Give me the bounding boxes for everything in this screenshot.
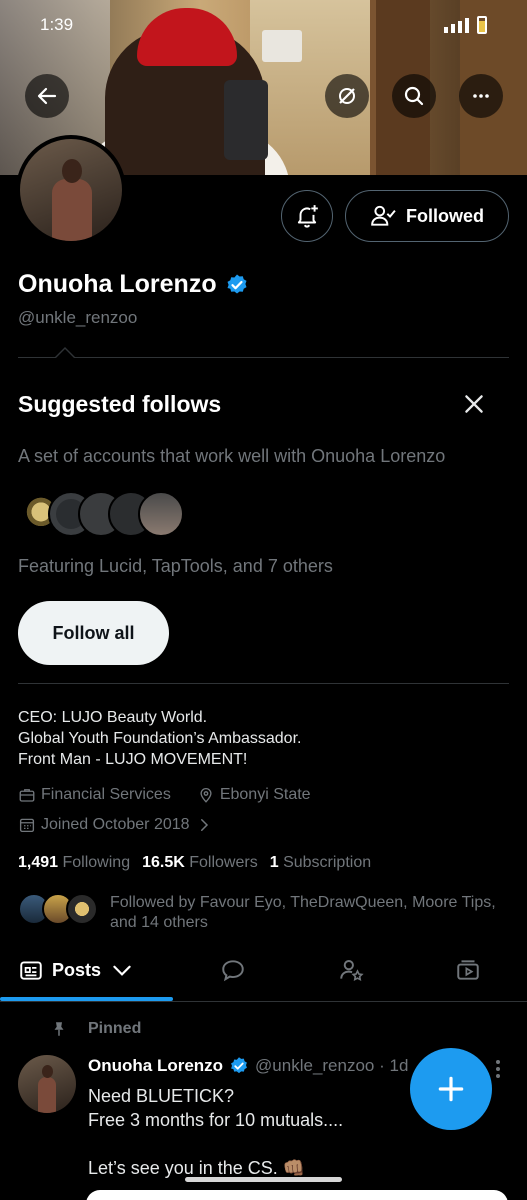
tab-posts[interactable]: Posts	[18, 940, 135, 1000]
follow-all-button[interactable]: Follow all	[18, 601, 169, 665]
close-suggestions-button[interactable]	[460, 390, 488, 418]
status-time: 1:39	[40, 15, 74, 34]
profile-category: Financial Services	[18, 786, 171, 804]
posts-icon	[20, 961, 42, 980]
tab-affiliates[interactable]	[328, 940, 374, 1000]
search-icon	[404, 86, 424, 106]
status-icons	[444, 16, 487, 34]
following-link[interactable]: 1,491 Following	[18, 854, 130, 872]
person-check-icon	[371, 205, 396, 226]
profile-meta-row: Financial Services Ebonyi State	[18, 786, 311, 804]
profile-name: Onuoha Lorenzo	[18, 270, 249, 299]
back-arrow-icon	[37, 87, 57, 105]
post-avatar[interactable]	[18, 1055, 76, 1113]
more-button[interactable]	[459, 74, 503, 118]
pin-icon	[54, 1022, 64, 1036]
following-count: 1,491	[18, 854, 59, 871]
bottom-sheet-edge	[86, 1190, 508, 1200]
suggested-avatar-5	[138, 491, 184, 537]
active-tab-indicator	[0, 997, 173, 1001]
verified-badge-icon[interactable]	[225, 273, 249, 297]
tab-posts-label: Posts	[52, 959, 102, 980]
subscription-count: 1	[269, 854, 279, 871]
profile-location: Ebonyi State	[197, 786, 311, 804]
subscription-link[interactable]: 1 Subscription	[270, 854, 371, 872]
subscription-label: Subscription	[283, 854, 372, 871]
suggested-featuring: Featuring Lucid, TapTools, and 7 others	[18, 556, 333, 576]
grok-icon	[339, 88, 355, 104]
tab-media[interactable]	[445, 940, 491, 1000]
chevron-right-icon	[200, 819, 208, 831]
banner-phone	[224, 80, 268, 160]
bio-line: Front Man - LUJO MOVEMENT!	[18, 751, 248, 768]
verified-badge-icon	[231, 1057, 247, 1074]
grok-button[interactable]	[325, 74, 369, 118]
chevron-down-icon	[113, 965, 131, 976]
person-star-icon	[340, 960, 364, 982]
profile-joined[interactable]: Joined October 2018	[18, 816, 213, 834]
pinned-text: Pinned	[88, 1020, 142, 1037]
compose-post-button[interactable]	[410, 1048, 492, 1130]
suggestions-divider-bottom	[18, 683, 509, 684]
followed-by-text: Followed by Favour Eyo, TheDrawQueen, Mo…	[110, 894, 496, 931]
battery-icon	[477, 16, 487, 34]
followers-count: 16.5K	[142, 854, 185, 871]
profile-avatar[interactable]	[16, 135, 126, 245]
suggested-follows-title: Suggested follows	[18, 391, 222, 417]
bio-line: CEO: LUJO Beauty World.	[18, 709, 208, 726]
close-icon	[465, 395, 483, 413]
plus-icon	[438, 1076, 464, 1102]
profile-tabs: Posts	[0, 940, 527, 1002]
suggested-description: A set of accounts that work well with On…	[18, 446, 446, 466]
location-pin-icon	[200, 788, 212, 803]
media-icon	[457, 960, 479, 980]
profile-name-text: Onuoha Lorenzo	[18, 270, 217, 298]
suggestions-divider-top	[18, 357, 509, 358]
tab-replies[interactable]	[210, 940, 256, 1000]
post-more-button[interactable]	[490, 1060, 506, 1080]
profile-bio: CEO: LUJO Beauty World. Global Youth Fou…	[18, 707, 301, 770]
followed-by[interactable]: Followed by Favour Eyo, TheDrawQueen, Mo…	[18, 893, 510, 933]
home-indicator[interactable]	[185, 1177, 342, 1182]
bell-plus-icon	[297, 205, 318, 228]
profile-joined-row[interactable]: Joined October 2018	[18, 816, 213, 834]
followers-link[interactable]: 16.5K Followers	[142, 854, 258, 872]
post-author-name[interactable]: Onuoha Lorenzo	[88, 1056, 223, 1076]
followed-button[interactable]: Followed	[345, 190, 509, 242]
joined-text: Joined October 2018	[41, 816, 190, 833]
pinned-label: Pinned	[50, 1020, 141, 1038]
reply-icon	[222, 960, 244, 982]
location-text: Ebonyi State	[219, 786, 311, 803]
notifications-button[interactable]	[281, 190, 333, 242]
more-icon	[473, 94, 489, 98]
back-button[interactable]	[25, 74, 69, 118]
status-bar: 1:39	[0, 0, 527, 50]
followed-by-avatars	[18, 893, 98, 927]
calendar-icon	[19, 818, 35, 833]
post-header: Onuoha Lorenzo @unkle_renzoo · 1d	[88, 1056, 408, 1076]
following-label: Following	[62, 854, 131, 871]
search-button[interactable]	[392, 74, 436, 118]
signal-icon	[444, 17, 469, 33]
post-text: Need BLUETICK? Free 3 months for 10 mutu…	[88, 1086, 344, 1178]
profile-counts: 1,491 Following 16.5K Followers 1 Subscr…	[18, 854, 371, 872]
post-author-handle: @unkle_renzoo · 1d	[255, 1056, 409, 1075]
profile-handle: @unkle_renzoo	[18, 308, 138, 327]
bio-line: Global Youth Foundation’s Ambassador.	[18, 730, 302, 747]
followers-label: Followers	[189, 854, 258, 871]
followed-label: Followed	[406, 205, 484, 226]
category-text: Financial Services	[41, 786, 171, 803]
followed-by-avatar-3	[66, 893, 98, 925]
briefcase-icon	[19, 789, 35, 802]
suggestions-notch-inner	[56, 349, 74, 358]
